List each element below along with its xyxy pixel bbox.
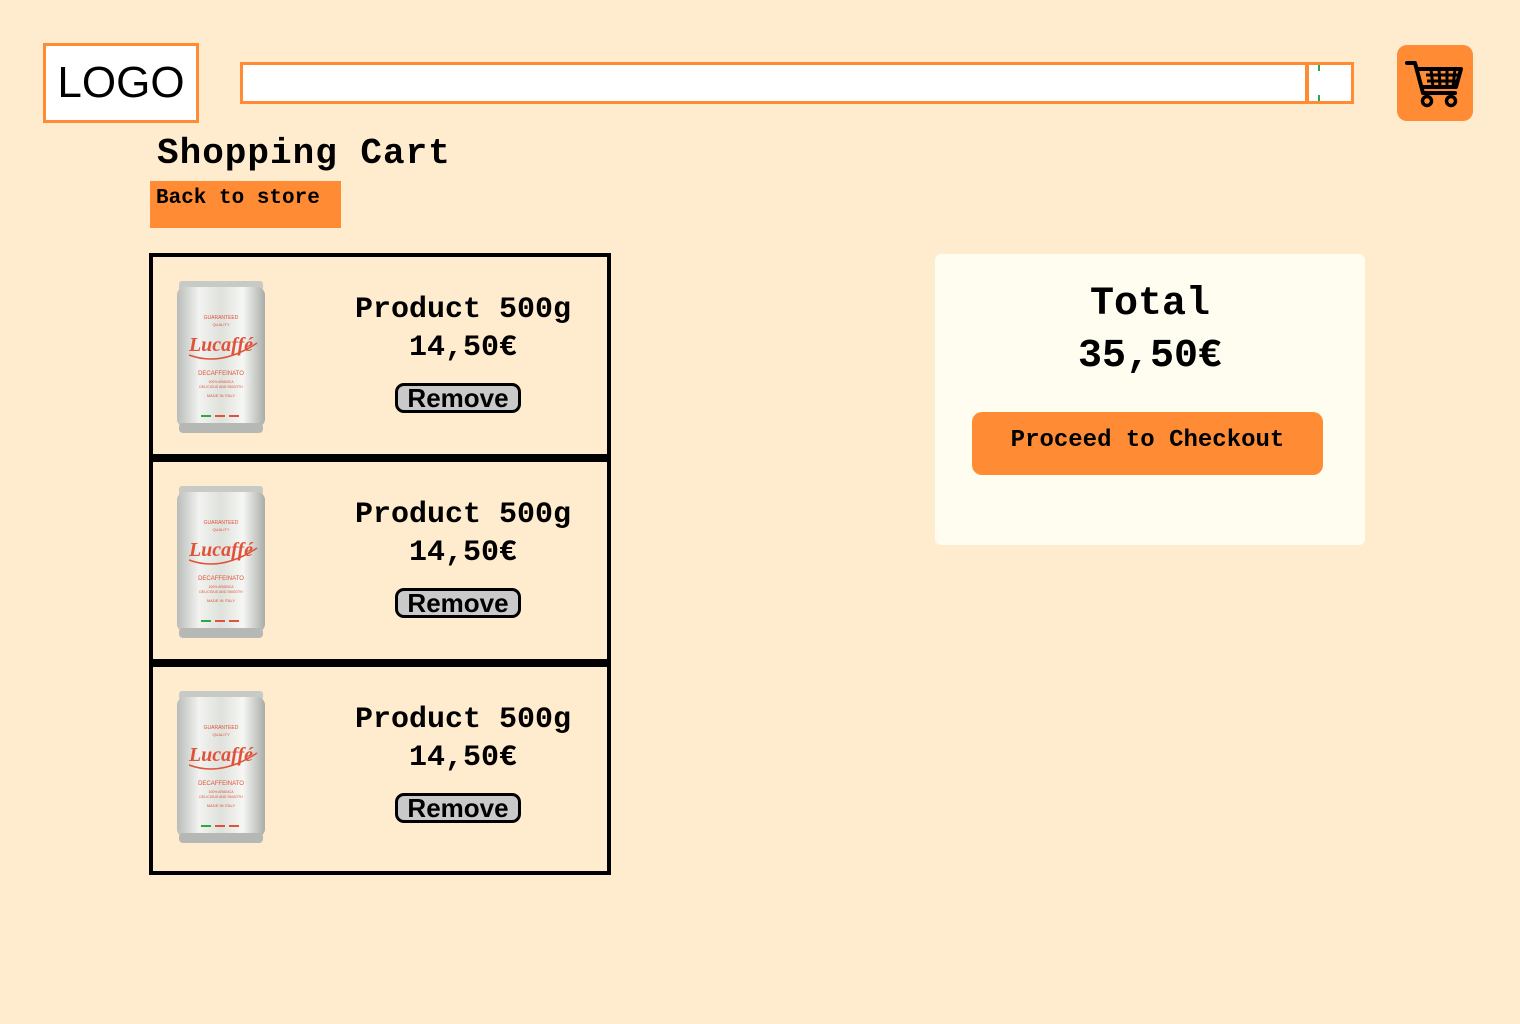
- search-button[interactable]: [1313, 65, 1351, 101]
- product-image: GUARANTEED QUALITY Lucaffé DECAFFEINATO …: [177, 486, 265, 638]
- svg-text:DELICIOUS AND SMOOTH: DELICIOUS AND SMOOTH: [199, 385, 243, 389]
- product-image: GUARANTEED QUALITY Lucaffé DECAFFEINATO …: [177, 281, 265, 433]
- svg-text:DECAFFEINATO: DECAFFEINATO: [198, 781, 244, 787]
- svg-text:GUARANTEED: GUARANTEED: [204, 725, 239, 731]
- svg-text:Lucaffé: Lucaffé: [188, 334, 254, 356]
- search-bar: [240, 62, 1354, 104]
- remove-button[interactable]: Remove: [395, 383, 521, 413]
- checkout-button[interactable]: Proceed to Checkout: [972, 412, 1323, 475]
- svg-text:MADE IN ITALY: MADE IN ITALY: [207, 598, 236, 603]
- shopping-cart-icon: [1405, 61, 1463, 108]
- page-title: Shopping Cart: [157, 133, 451, 174]
- svg-text:Lucaffé: Lucaffé: [188, 744, 254, 766]
- remove-button[interactable]: Remove: [395, 588, 521, 618]
- cart-button[interactable]: [1397, 45, 1473, 121]
- product-name: Product 500g: [354, 293, 572, 327]
- svg-text:100% ARABICA: 100% ARABICA: [208, 380, 234, 384]
- svg-text:MADE IN ITALY: MADE IN ITALY: [207, 803, 236, 808]
- product-price: 14,50€: [408, 741, 518, 775]
- svg-text:QUALITY: QUALITY: [212, 732, 229, 737]
- product-price: 14,50€: [408, 331, 518, 365]
- cart-list: GUARANTEED QUALITY Lucaffé DECAFFEINATO …: [149, 253, 611, 875]
- search-divider: [1318, 65, 1320, 101]
- svg-text:Lucaffé: Lucaffé: [188, 539, 254, 561]
- product-image: GUARANTEED QUALITY Lucaffé DECAFFEINATO …: [177, 691, 265, 843]
- cart-item: GUARANTEED QUALITY Lucaffé DECAFFEINATO …: [153, 257, 607, 462]
- order-summary: Total 35,50€ Proceed to Checkout: [935, 254, 1365, 545]
- total-value: 35,50€: [1077, 334, 1223, 379]
- search-input[interactable]: [243, 65, 1309, 101]
- svg-text:DECAFFEINATO: DECAFFEINATO: [198, 576, 244, 582]
- svg-text:GUARANTEED: GUARANTEED: [204, 315, 239, 321]
- svg-text:DELICIOUS AND SMOOTH: DELICIOUS AND SMOOTH: [199, 795, 243, 799]
- svg-text:QUALITY: QUALITY: [212, 322, 229, 327]
- logo[interactable]: LOGO: [43, 43, 199, 123]
- svg-text:100% ARABICA: 100% ARABICA: [208, 790, 234, 794]
- product-name: Product 500g: [354, 703, 572, 737]
- cart-item: GUARANTEED QUALITY Lucaffé DECAFFEINATO …: [153, 462, 607, 667]
- cart-item: GUARANTEED QUALITY Lucaffé DECAFFEINATO …: [153, 667, 607, 871]
- product-name: Product 500g: [354, 498, 572, 532]
- svg-text:100% ARABICA: 100% ARABICA: [208, 585, 234, 589]
- back-to-store-button[interactable]: Back to store: [150, 181, 341, 228]
- product-price: 14,50€: [408, 536, 518, 570]
- total-label: Total: [1089, 282, 1211, 327]
- svg-text:GUARANTEED: GUARANTEED: [204, 520, 239, 526]
- svg-text:DECAFFEINATO: DECAFFEINATO: [198, 371, 244, 377]
- svg-text:DELICIOUS AND SMOOTH: DELICIOUS AND SMOOTH: [199, 590, 243, 594]
- remove-button[interactable]: Remove: [395, 793, 521, 823]
- svg-text:QUALITY: QUALITY: [212, 527, 229, 532]
- svg-text:MADE IN ITALY: MADE IN ITALY: [207, 393, 236, 398]
